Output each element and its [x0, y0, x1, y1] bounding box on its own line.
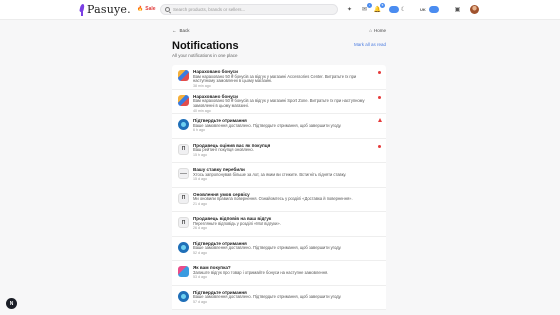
sale-link[interactable]: 🔥 Sale [137, 6, 156, 12]
fire-icon: 🔥 [137, 6, 144, 12]
notification-item[interactable]: — Вашу ставку перебили Хтось запропонував … [172, 163, 386, 188]
unread-indicator [378, 95, 381, 99]
notification-text: Ми оновили правила повернення. Ознайомте… [193, 196, 353, 201]
package-check-icon [178, 290, 189, 302]
notification-time: 53 d ago [193, 275, 207, 280]
arrow-left-icon: ← [172, 28, 177, 33]
notification-item[interactable]: П Продавець відповів на ваш відгук Перегля… [172, 212, 386, 237]
language-switch[interactable]: UK [420, 6, 426, 13]
notification-time: 38 min ago [193, 84, 211, 89]
page-title: Notifications [172, 40, 239, 52]
gift-icon [178, 70, 189, 81]
notification-item[interactable]: Підтвердьте отримання Ваше замовлення дос… [172, 114, 386, 139]
notification-item[interactable]: Підтвердьте отримання Ваше замовлення дос… [172, 236, 386, 261]
home-icon: ⌂ [369, 28, 372, 33]
user-avatar[interactable] [470, 5, 479, 14]
profile-icon: П [178, 217, 189, 228]
notification-time: 21 d ago [193, 201, 207, 206]
page-subtitle: All your notifications in one place [172, 53, 238, 58]
brand-mark-icon [79, 4, 85, 16]
notification-time: 15 h ago [193, 152, 207, 157]
notification-text: Вам нараховано 50 ₴ бонусів за відгук у … [193, 73, 357, 84]
notification-item[interactable]: Нараховано бонуси Вам нараховано 50 ₴ бон… [172, 89, 386, 114]
notification-text: Вам нараховано 50 ₴ бонусів за відгук у … [193, 98, 365, 108]
chat-icon[interactable]: ✉ • [360, 3, 372, 14]
package-check-icon [178, 241, 189, 253]
notification-item[interactable]: Підтвердьте отримання Ваше замовлення дос… [172, 285, 386, 310]
notification-item[interactable]: П Оновлення умов сервісу Ми оновили правил… [172, 187, 386, 212]
gift-icon [178, 94, 189, 106]
brand-logo[interactable]: Pasuye. [79, 3, 131, 16]
home-link[interactable]: ⌂ Home [369, 28, 386, 33]
notification-item[interactable]: Як вам покупка? Залиште відгук про товар … [172, 261, 386, 286]
notification-time: 57 d ago [193, 299, 207, 304]
app-launcher-button[interactable]: N [6, 298, 17, 309]
unread-indicator [378, 71, 381, 74]
search-input[interactable] [173, 7, 323, 12]
back-link[interactable]: ← Back [172, 28, 190, 33]
package-check-icon [178, 119, 189, 130]
home-label: Home [373, 28, 386, 33]
bell-icon[interactable]: 🔔 5 [373, 3, 385, 14]
profile-icon: П [178, 192, 189, 204]
sparkles-icon[interactable]: ✦ [345, 5, 354, 14]
brand-name: Pasuye. [87, 3, 131, 16]
notification-time: 15 d ago [193, 177, 207, 182]
mark-all-read-button[interactable]: Mark all as read [354, 42, 386, 47]
top-navigation: Pasuye. 🔥 Sale ✦ ✉• 🔔5 ☾ UK ▣ [0, 0, 560, 20]
notification-time: 40 min ago [193, 108, 211, 113]
notification-count-badge: 5 [380, 3, 385, 8]
notification-time: 26 d ago [193, 226, 207, 231]
sale-label: Sale [145, 6, 156, 12]
back-label: Back [179, 28, 190, 33]
orders-icon[interactable]: ▣ [453, 5, 462, 14]
notification-item[interactable]: П Продавець оцінив вас як покупця Ваш рейт… [172, 138, 386, 163]
notification-time: 6 h ago [193, 128, 205, 133]
profile-icon: П [178, 143, 189, 155]
review-icon [178, 266, 189, 277]
gavel-icon: — [178, 168, 189, 179]
notification-time: 52 d ago [193, 250, 207, 255]
chat-badge: • [367, 3, 372, 8]
notification-item[interactable]: Нараховано бонуси Вам нараховано 50 ₴ бон… [172, 65, 386, 90]
search-bar[interactable] [160, 4, 338, 15]
status-pill[interactable] [389, 6, 399, 13]
unread-indicator [378, 118, 382, 122]
currency-pill[interactable] [429, 6, 439, 13]
notifications-list: Нараховано бонуси Вам нараховано 50 ₴ бон… [172, 65, 386, 310]
unread-indicator [378, 144, 381, 148]
search-icon [165, 7, 170, 12]
moon-icon[interactable]: ☾ [399, 5, 408, 14]
